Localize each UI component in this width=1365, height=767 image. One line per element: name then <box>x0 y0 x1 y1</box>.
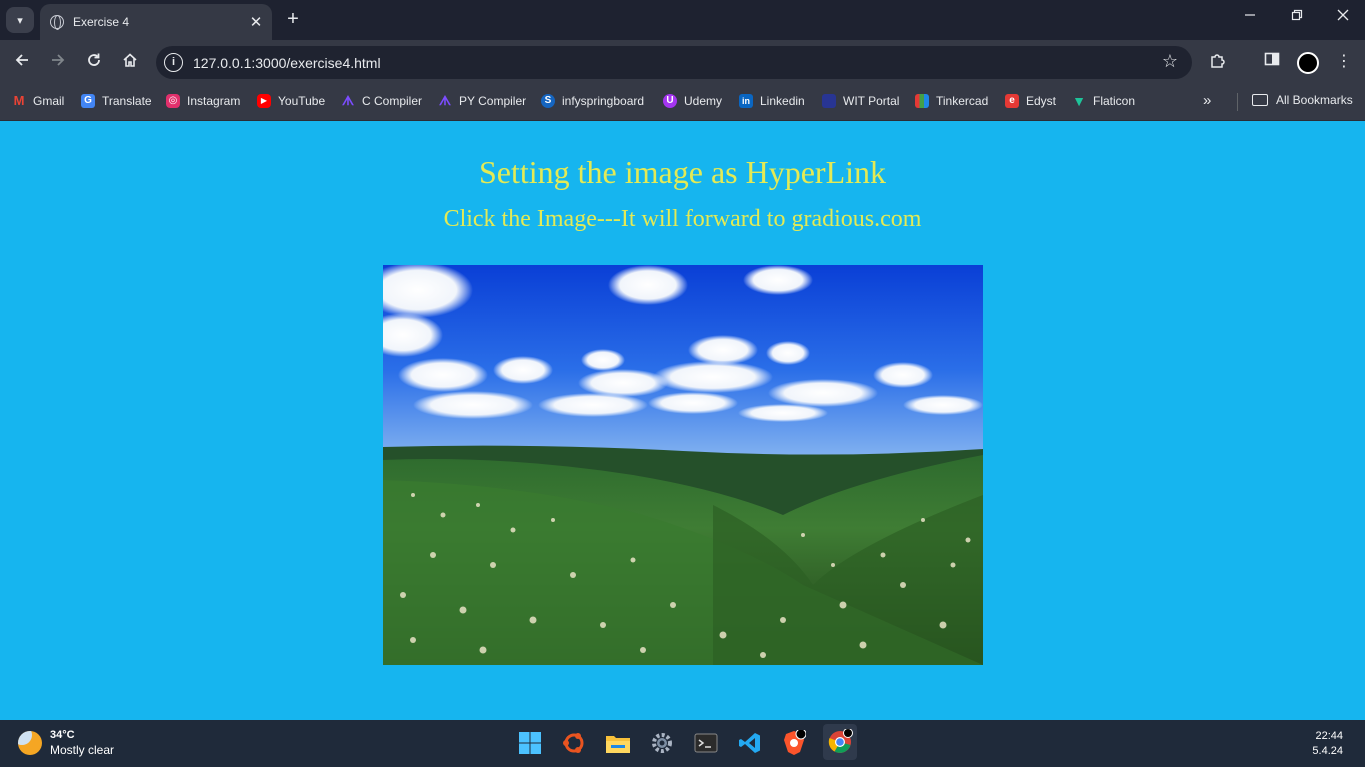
profile-avatar[interactable] <box>1297 52 1319 74</box>
system-clock[interactable]: 22:44 5.4.24 <box>1312 729 1343 759</box>
settings-gear-icon[interactable] <box>647 728 677 758</box>
bookmark-star-icon[interactable]: ☆ <box>1162 51 1178 72</box>
page-title: Setting the image as HyperLink <box>478 154 886 190</box>
tab-title: Exercise 4 <box>73 15 130 29</box>
bookmark-label: Translate <box>102 94 152 108</box>
wit-portal-icon <box>822 94 836 108</box>
gmail-icon: M <box>13 93 25 108</box>
folder-icon <box>1252 94 1268 106</box>
chevron-down-icon: ▾ <box>17 14 23 27</box>
linkedin-icon: in <box>739 94 753 108</box>
tab-search-button[interactable]: ▾ <box>6 7 34 33</box>
forward-icon[interactable] <box>48 52 68 72</box>
side-panel-icon[interactable] <box>1261 51 1283 72</box>
extensions-icon[interactable] <box>1207 51 1229 74</box>
active-tab[interactable]: Exercise 4 ✕ <box>40 4 272 40</box>
windows-taskbar: 34°C Mostly clear 22:44 5.4.24 <box>0 720 1365 767</box>
bookmark-label: Edyst <box>1026 94 1057 108</box>
window-close-icon[interactable] <box>1333 8 1353 25</box>
bookmark-label: WIT Portal <box>843 94 900 108</box>
bookmark-linkedin[interactable]: in Linkedin <box>739 93 805 109</box>
bookmark-label: C Compiler <box>362 94 423 108</box>
py-compiler-icon: ᗑ <box>438 93 452 108</box>
back-icon[interactable] <box>12 52 32 72</box>
bookmark-label: YouTube <box>278 94 326 108</box>
browser-toolbar: i 127.0.0.1:3000/exercise4.html ☆ ⋮ <box>0 40 1365 84</box>
bookmark-tinkercad[interactable]: Tinkercad <box>915 93 988 109</box>
weather-widget[interactable]: 34°C Mostly clear <box>18 729 114 757</box>
bookmark-label: infyspringboard <box>562 94 645 108</box>
bookmark-label: Udemy <box>684 94 723 108</box>
c-compiler-icon: ᗑ <box>341 93 355 108</box>
edyst-icon: e <box>1005 94 1019 108</box>
bookmark-youtube[interactable]: ▶ YouTube <box>257 93 325 109</box>
udemy-icon: U <box>663 94 677 108</box>
clock-date: 5.4.24 <box>1312 745 1343 757</box>
bookmark-label: Flaticon <box>1093 94 1136 108</box>
bookmark-label: Tinkercad <box>936 94 989 108</box>
bookmark-label: PY Compiler <box>459 94 527 108</box>
bookmark-py-compiler[interactable]: ᗑ PY Compiler <box>438 93 526 109</box>
tab-close-icon[interactable]: ✕ <box>246 13 266 31</box>
bookmark-gmail[interactable]: M Gmail <box>12 93 65 109</box>
bookmarks-divider <box>1237 93 1238 111</box>
infyspringboard-icon: S <box>541 94 555 108</box>
tinkercad-icon <box>915 94 929 108</box>
bookmarks-bar: M Gmail G Translate ◎ Instagram ▶ YouTube ᗑC… <box>0 84 1365 121</box>
bookmarks-overflow-button[interactable]: » <box>1203 92 1211 109</box>
flaticon-icon: ▼ <box>1072 93 1086 109</box>
home-icon[interactable] <box>120 52 140 72</box>
bookmark-edyst[interactable]: e Edyst <box>1005 93 1056 109</box>
bookmark-infyspringboard[interactable]: Sinfyspringboard <box>541 93 644 109</box>
chrome-icon[interactable] <box>823 724 857 760</box>
tab-strip: ▾ Exercise 4 ✕ + <box>0 0 1365 40</box>
bookmark-label: Gmail <box>33 94 65 108</box>
bookmark-udemy[interactable]: U Udemy <box>663 93 722 109</box>
windows-start-icon[interactable] <box>515 728 545 758</box>
all-bookmarks-label: All Bookmarks <box>1276 93 1353 107</box>
clock-time: 22:44 <box>1315 730 1343 742</box>
bookmark-c-compiler[interactable]: ᗑ C Compiler <box>341 93 422 109</box>
ubuntu-icon[interactable] <box>559 728 589 758</box>
translate-icon: G <box>81 94 95 108</box>
page-content: Setting the image as HyperLink Click the… <box>0 121 1365 720</box>
bookmark-flaticon[interactable]: ▼ Flaticon <box>1072 93 1135 109</box>
globe-icon <box>50 15 64 30</box>
url-text[interactable]: 127.0.0.1:3000/exercise4.html <box>193 55 381 71</box>
restore-icon[interactable] <box>1287 8 1307 25</box>
temperature: 34°C <box>50 729 75 741</box>
page-subtitle: Click the Image---It will forward to gra… <box>443 206 922 232</box>
terminal-icon[interactable] <box>691 728 721 758</box>
instagram-icon: ◎ <box>166 94 180 108</box>
brave-browser-icon[interactable] <box>779 728 809 758</box>
bookmark-label: Linkedin <box>760 94 805 108</box>
bookmark-wit-portal[interactable]: WIT Portal <box>822 93 899 109</box>
file-explorer-icon[interactable] <box>603 728 633 758</box>
address-bar[interactable]: i 127.0.0.1:3000/exercise4.html ☆ <box>156 46 1192 79</box>
new-tab-button[interactable]: + <box>283 8 303 30</box>
site-info-icon[interactable]: i <box>164 53 183 72</box>
landscape-image <box>383 265 983 665</box>
youtube-icon: ▶ <box>257 94 271 108</box>
minimize-icon[interactable] <box>1240 8 1260 25</box>
bookmark-instagram[interactable]: ◎ Instagram <box>166 93 240 109</box>
moon-icon <box>18 731 42 755</box>
landscape-image-link[interactable] <box>383 265 983 665</box>
all-bookmarks-button[interactable]: All Bookmarks <box>1252 93 1353 107</box>
weather-condition: Mostly clear <box>50 743 115 757</box>
bookmark-label: Instagram <box>187 94 241 108</box>
bookmark-translate[interactable]: G Translate <box>81 93 152 109</box>
vscode-icon[interactable] <box>735 728 765 758</box>
reload-icon[interactable] <box>84 52 104 72</box>
menu-kebab-icon[interactable]: ⋮ <box>1333 51 1355 71</box>
